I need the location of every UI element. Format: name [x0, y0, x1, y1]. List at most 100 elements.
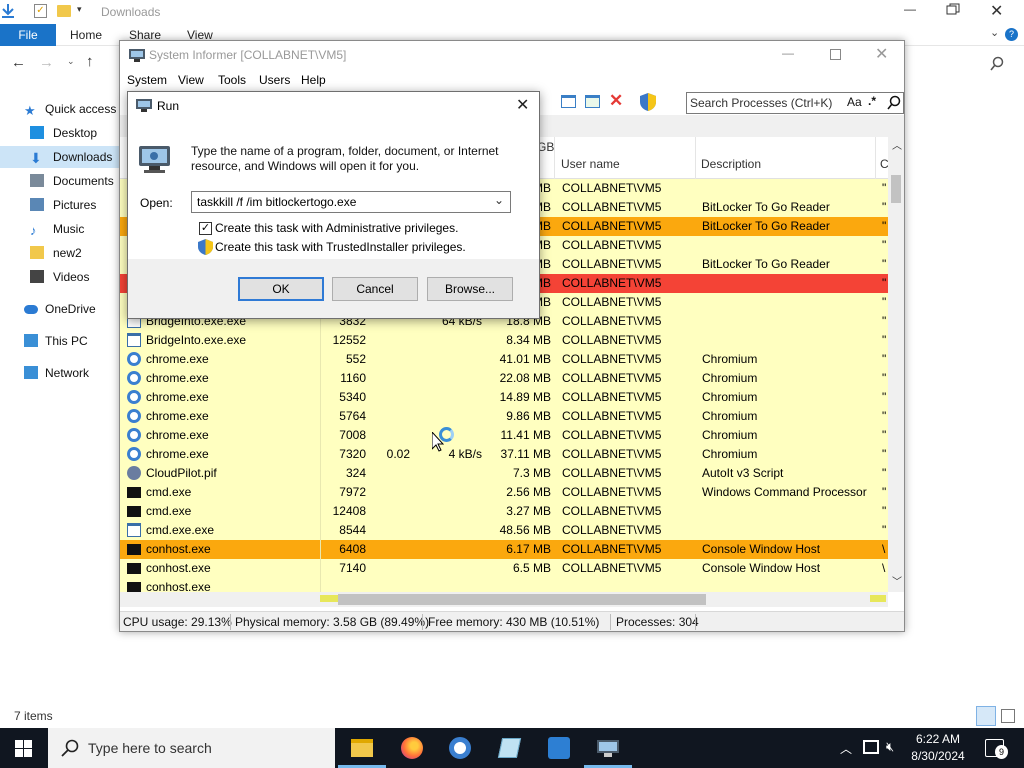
process-row[interactable]: cmd.exe.exe 8544 48.56 MB COLLABNET\VM5 ": [120, 521, 888, 540]
paint-taskbar-icon[interactable]: [548, 737, 570, 759]
ok-button[interactable]: OK: [238, 277, 324, 301]
si-close-icon[interactable]: ✕: [875, 44, 888, 64]
ribbon-tab-home[interactable]: Home: [70, 24, 102, 46]
process-row[interactable]: chrome.exe 5340 14.89 MB COLLABNET\VM5 Chrom…: [120, 388, 888, 407]
process-row[interactable]: chrome.exe 5764 9.86 MB COLLABNET\VM5 Chromi…: [120, 407, 888, 426]
nav-item[interactable]: ⬇ Downloads: [0, 146, 120, 168]
start-windows-icon[interactable]: [15, 740, 32, 757]
admin-checkbox-label[interactable]: Create this task with Administrative pri…: [215, 221, 458, 235]
chromium-icon: [127, 352, 141, 366]
chromium-taskbar-icon[interactable]: [449, 737, 471, 759]
pc-icon: [24, 334, 38, 347]
qat-properties-icon[interactable]: ✓: [34, 4, 47, 18]
nav-item[interactable]: OneDrive: [0, 298, 120, 320]
ribbon-tab-file[interactable]: File: [0, 24, 56, 46]
vertical-scrollbar[interactable]: ︿ ﹀: [888, 137, 904, 592]
si-maximize-icon[interactable]: [830, 49, 841, 60]
terminate-icon[interactable]: ✕: [609, 91, 623, 111]
up-arrow-icon[interactable]: ↑: [86, 53, 94, 70]
system-informer-taskbar-icon[interactable]: [596, 738, 620, 758]
match-case-icon[interactable]: Aa: [847, 95, 862, 109]
open-input[interactable]: taskkill /f /im bitlockertogo.exe: [197, 195, 356, 209]
show-hidden-icons-icon[interactable]: ︿: [840, 740, 852, 757]
process-row[interactable]: chrome.exe 7320 0.02 4 kB/s 37.11 MB COLLABNE…: [120, 445, 888, 464]
explorer-down-arrow-icon[interactable]: [2, 4, 14, 18]
horizontal-scroll-thumb[interactable]: [338, 594, 706, 605]
search-icon[interactable]: [886, 95, 902, 111]
si-minimize-icon[interactable]: —: [782, 46, 794, 60]
menu-users[interactable]: Users: [259, 73, 290, 87]
run-close-icon[interactable]: ✕: [516, 95, 529, 115]
nav-item[interactable]: Videos: [0, 266, 120, 288]
nav-item[interactable]: ♪ Music: [0, 218, 120, 240]
nav-item[interactable]: Network: [0, 362, 120, 384]
process-name: cmd.exe: [146, 485, 192, 499]
restore-icon[interactable]: [946, 3, 960, 15]
scroll-up-icon[interactable]: ︿: [892, 137, 902, 152]
tiles-view-icon[interactable]: [1001, 709, 1015, 723]
admin-checkbox[interactable]: ✓: [199, 222, 212, 235]
nav-item[interactable]: ★ Quick access: [0, 98, 120, 120]
notepad-taskbar-icon[interactable]: [497, 738, 522, 758]
volume-muted-icon[interactable]: 🔇︎: [886, 739, 894, 755]
process-pid: 7320: [339, 447, 366, 461]
open-dropdown-icon[interactable]: ⌄: [494, 193, 504, 207]
search-box-icon[interactable]: [989, 56, 1005, 72]
nav-item[interactable]: Desktop: [0, 122, 120, 144]
clock-time[interactable]: 6:22 AM: [915, 732, 961, 746]
network-tray-icon[interactable]: [863, 740, 879, 754]
forward-arrow-icon[interactable]: →: [39, 54, 54, 71]
file-explorer-taskbar-icon[interactable]: [351, 739, 373, 757]
regex-icon[interactable]: .*: [868, 94, 876, 108]
vertical-scroll-thumb[interactable]: [891, 175, 901, 203]
column-header-description[interactable]: Description: [701, 157, 761, 171]
nav-item[interactable]: This PC: [0, 330, 120, 352]
shield-icon[interactable]: [640, 93, 656, 111]
browse-button[interactable]: Browse...: [427, 277, 513, 301]
ribbon-expand-icon[interactable]: ⌄: [990, 26, 999, 39]
process-row[interactable]: chrome.exe 7008 11.41 MB COLLABNET\VM5 Chrom…: [120, 426, 888, 445]
open-combobox[interactable]: taskkill /f /im bitlockertogo.exe ⌄: [191, 191, 511, 213]
recent-dropdown-icon[interactable]: ⌄: [67, 56, 75, 67]
trustedinstaller-shield-icon[interactable]: [198, 239, 213, 255]
find-window-icon[interactable]: [585, 95, 600, 108]
process-name: cmd.exe.exe: [146, 523, 215, 537]
close-icon[interactable]: ✕: [990, 1, 1003, 21]
taskbar-search-box[interactable]: Type here to search: [48, 728, 335, 768]
column-separator[interactable]: [554, 137, 555, 179]
column-separator[interactable]: [875, 137, 876, 179]
nav-item[interactable]: Pictures: [0, 194, 120, 216]
nav-item-label: Videos: [53, 270, 90, 284]
column-separator[interactable]: [695, 137, 696, 179]
scroll-down-icon[interactable]: ﹀: [892, 573, 902, 588]
menu-help[interactable]: Help: [301, 73, 326, 87]
menu-system[interactable]: System: [127, 73, 167, 87]
process-row[interactable]: cmd.exe 7972 2.56 MB COLLABNET\VM5 Windows C…: [120, 483, 888, 502]
process-user: COLLABNET\VM5: [562, 333, 662, 347]
qat-dropdown-icon[interactable]: ▾: [77, 4, 82, 15]
nav-item[interactable]: new2: [0, 242, 120, 264]
process-row[interactable]: BridgeInto.exe.exe 12552 8.34 MB COLLABNET\…: [120, 331, 888, 350]
menu-view[interactable]: View: [178, 73, 204, 87]
horizontal-scrollbar[interactable]: [120, 592, 888, 607]
menu-tools[interactable]: Tools: [218, 73, 246, 87]
process-row[interactable]: conhost.exe 7140 6.5 MB COLLABNET\VM5 Consol…: [120, 559, 888, 578]
clock-date[interactable]: 8/30/2024: [908, 749, 968, 763]
process-row[interactable]: chrome.exe 1160 22.08 MB COLLABNET\VM5 Chrom…: [120, 369, 888, 388]
firefox-taskbar-icon[interactable]: [401, 737, 423, 759]
column-header-user-name[interactable]: User name: [561, 157, 620, 171]
process-row[interactable]: chrome.exe 552 41.01 MB COLLABNET\VM5 Chromi…: [120, 350, 888, 369]
minimize-icon[interactable]: —: [900, 2, 920, 20]
cancel-button[interactable]: Cancel: [332, 277, 418, 301]
process-search-input[interactable]: Search Processes (Ctrl+K) Aa .*: [686, 92, 904, 114]
qat-folder-icon[interactable]: [57, 5, 71, 17]
process-row[interactable]: cmd.exe 12408 3.27 MB COLLABNET\VM5 ": [120, 502, 888, 521]
process-row[interactable]: CloudPilot.pif 324 7.3 MB COLLABNET\VM5 Auto…: [120, 464, 888, 483]
nav-item[interactable]: Documents: [0, 170, 120, 192]
details-view-icon[interactable]: [976, 706, 996, 726]
window-icon[interactable]: [561, 95, 576, 108]
trustedinstaller-label[interactable]: Create this task with TrustedInstaller p…: [215, 240, 466, 254]
back-arrow-icon[interactable]: ←: [11, 54, 26, 71]
help-icon[interactable]: ?: [1005, 28, 1018, 41]
process-row[interactable]: conhost.exe 6408 6.17 MB COLLABNET\VM5 Conso…: [120, 540, 888, 559]
